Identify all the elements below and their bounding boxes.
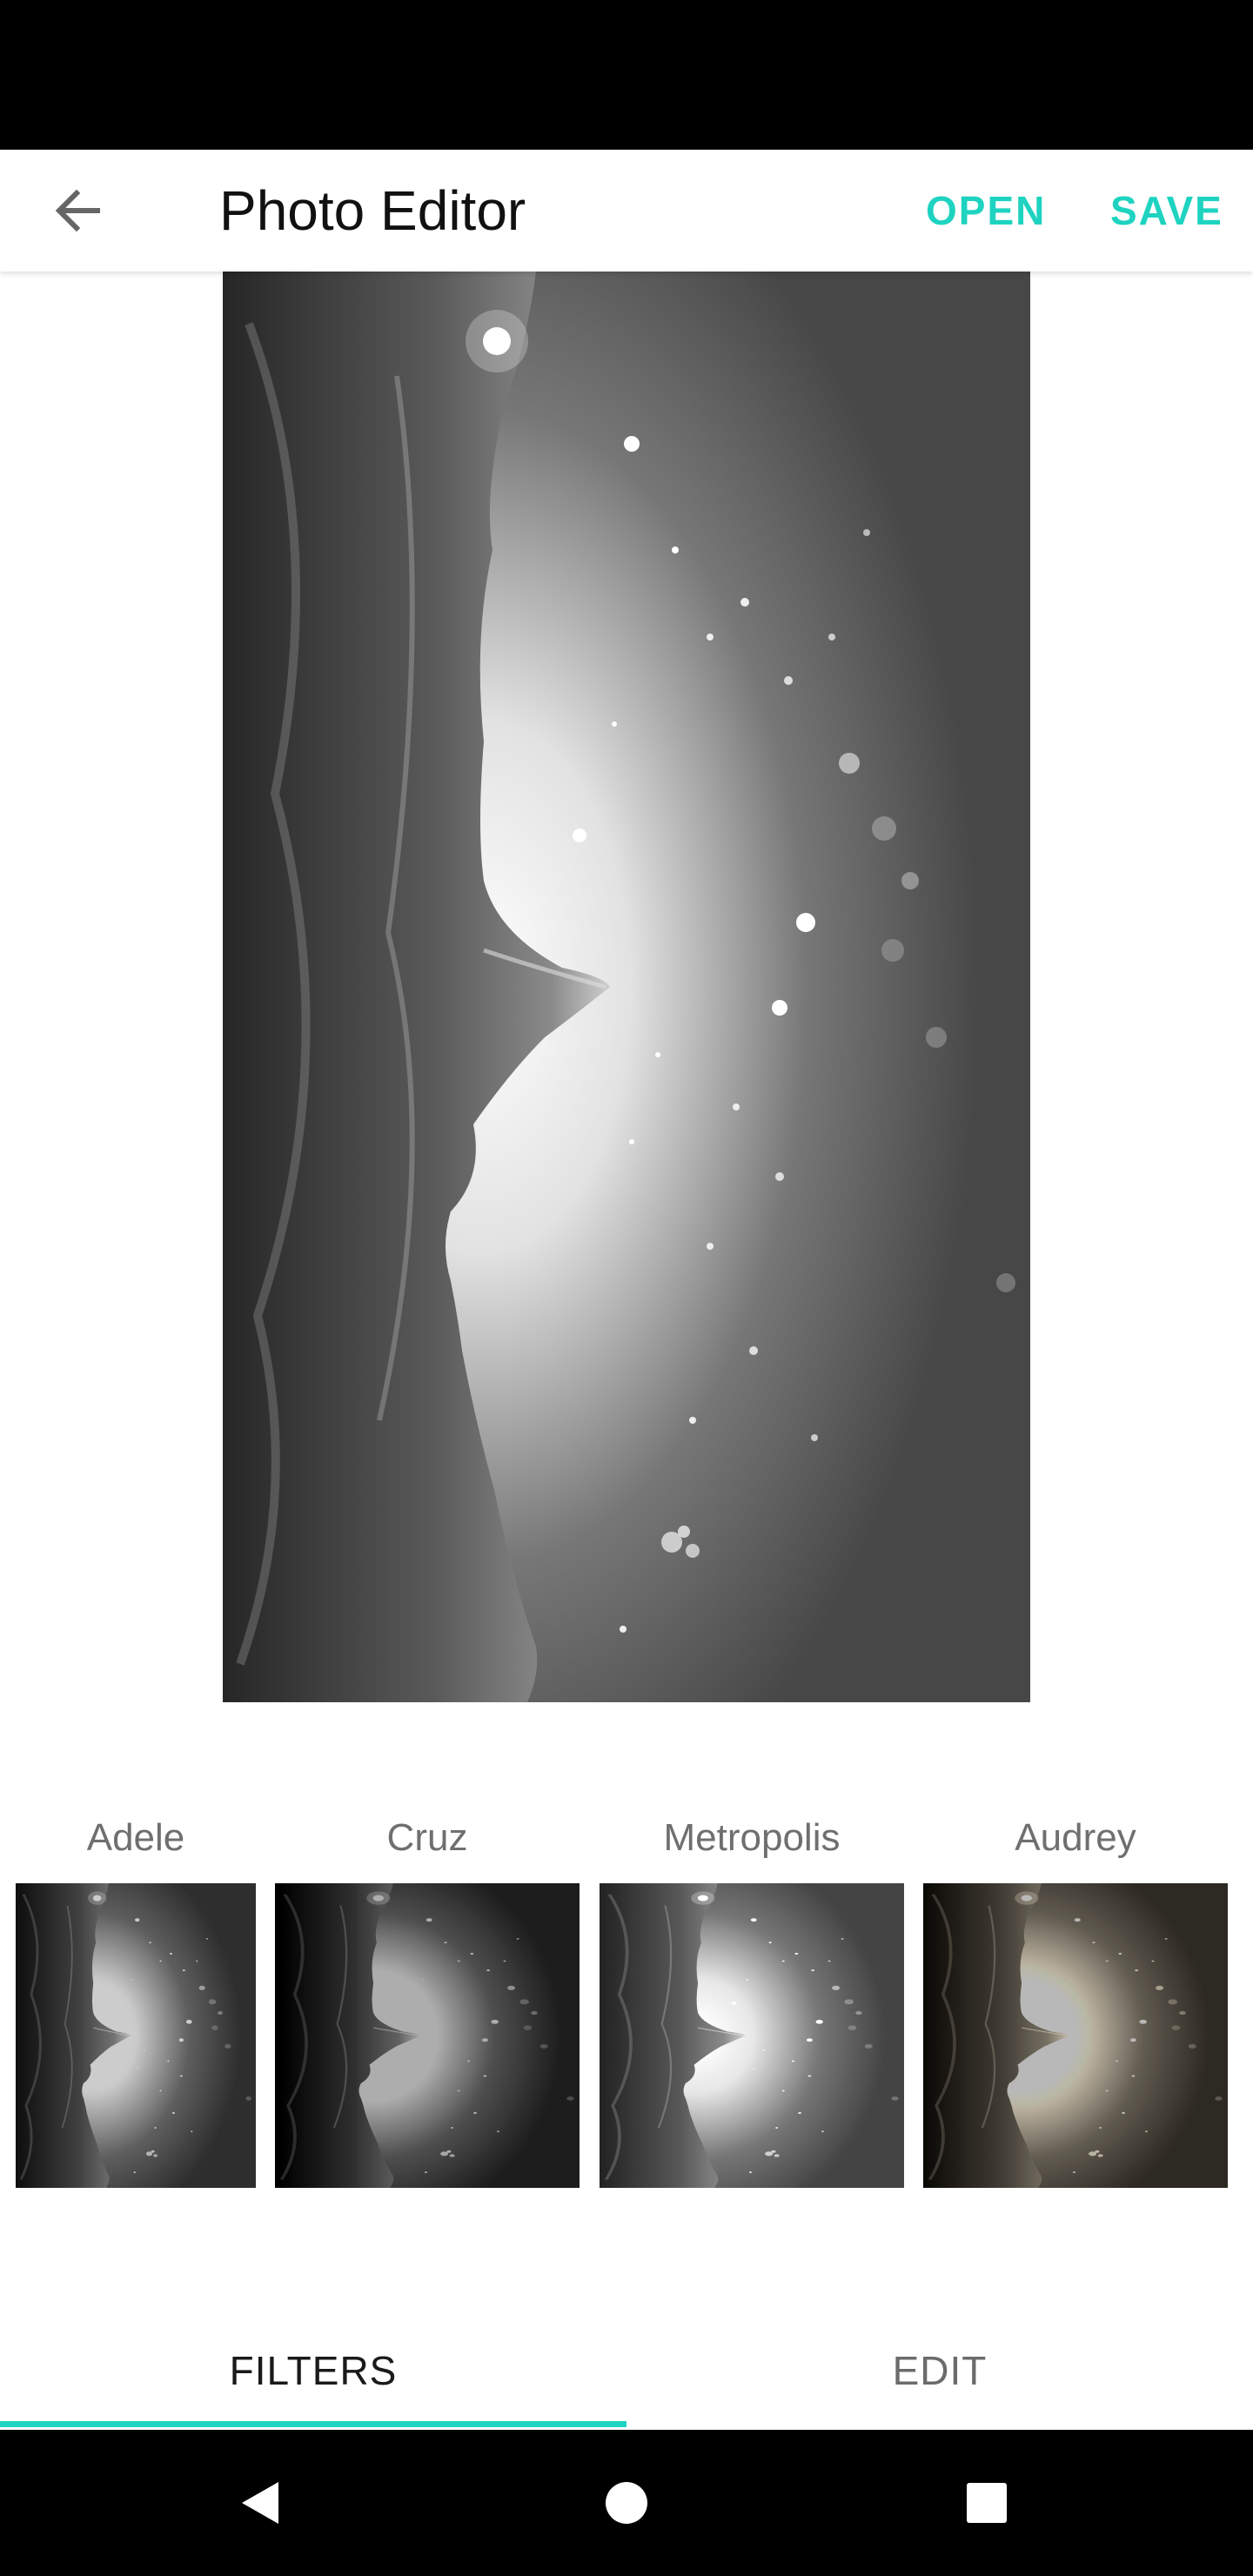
tab-edit[interactable]: EDIT <box>626 2315 1253 2426</box>
page-title: Photo Editor <box>219 179 526 242</box>
system-navigation-bar <box>0 2430 1253 2576</box>
photo-preview <box>223 272 1030 1702</box>
save-button[interactable]: SAVE <box>1110 186 1223 235</box>
filter-label-adele: Adele <box>86 1816 185 1859</box>
arrow-back-icon <box>55 189 100 232</box>
open-button[interactable]: OPEN <box>926 186 1046 235</box>
system-home-button[interactable] <box>583 2459 670 2546</box>
filter-label-metropolis: Metropolis <box>663 1816 841 1859</box>
tab-filters[interactable]: FILTERS <box>0 2315 626 2426</box>
active-tab-indicator <box>0 2421 626 2427</box>
photo-image <box>223 272 1030 1702</box>
filter-label-cruz: Cruz <box>386 1816 468 1859</box>
system-recents-button[interactable] <box>943 2459 1030 2546</box>
filter-thumbnail-metropolis[interactable] <box>600 1883 904 2188</box>
square-recents-icon <box>967 2483 1007 2523</box>
app-bar: Photo Editor OPEN SAVE <box>0 150 1253 272</box>
filter-label-audrey: Audrey <box>1015 1816 1136 1859</box>
back-button[interactable] <box>44 176 113 245</box>
triangle-back-icon <box>242 2482 278 2524</box>
system-back-button[interactable] <box>218 2459 305 2546</box>
filter-thumbnail-cruz[interactable] <box>275 1883 580 2188</box>
circle-home-icon <box>606 2482 647 2524</box>
status-bar <box>0 0 1253 150</box>
filter-thumbnail-adele[interactable] <box>16 1883 256 2188</box>
filter-thumbnail-audrey[interactable] <box>923 1883 1228 2188</box>
